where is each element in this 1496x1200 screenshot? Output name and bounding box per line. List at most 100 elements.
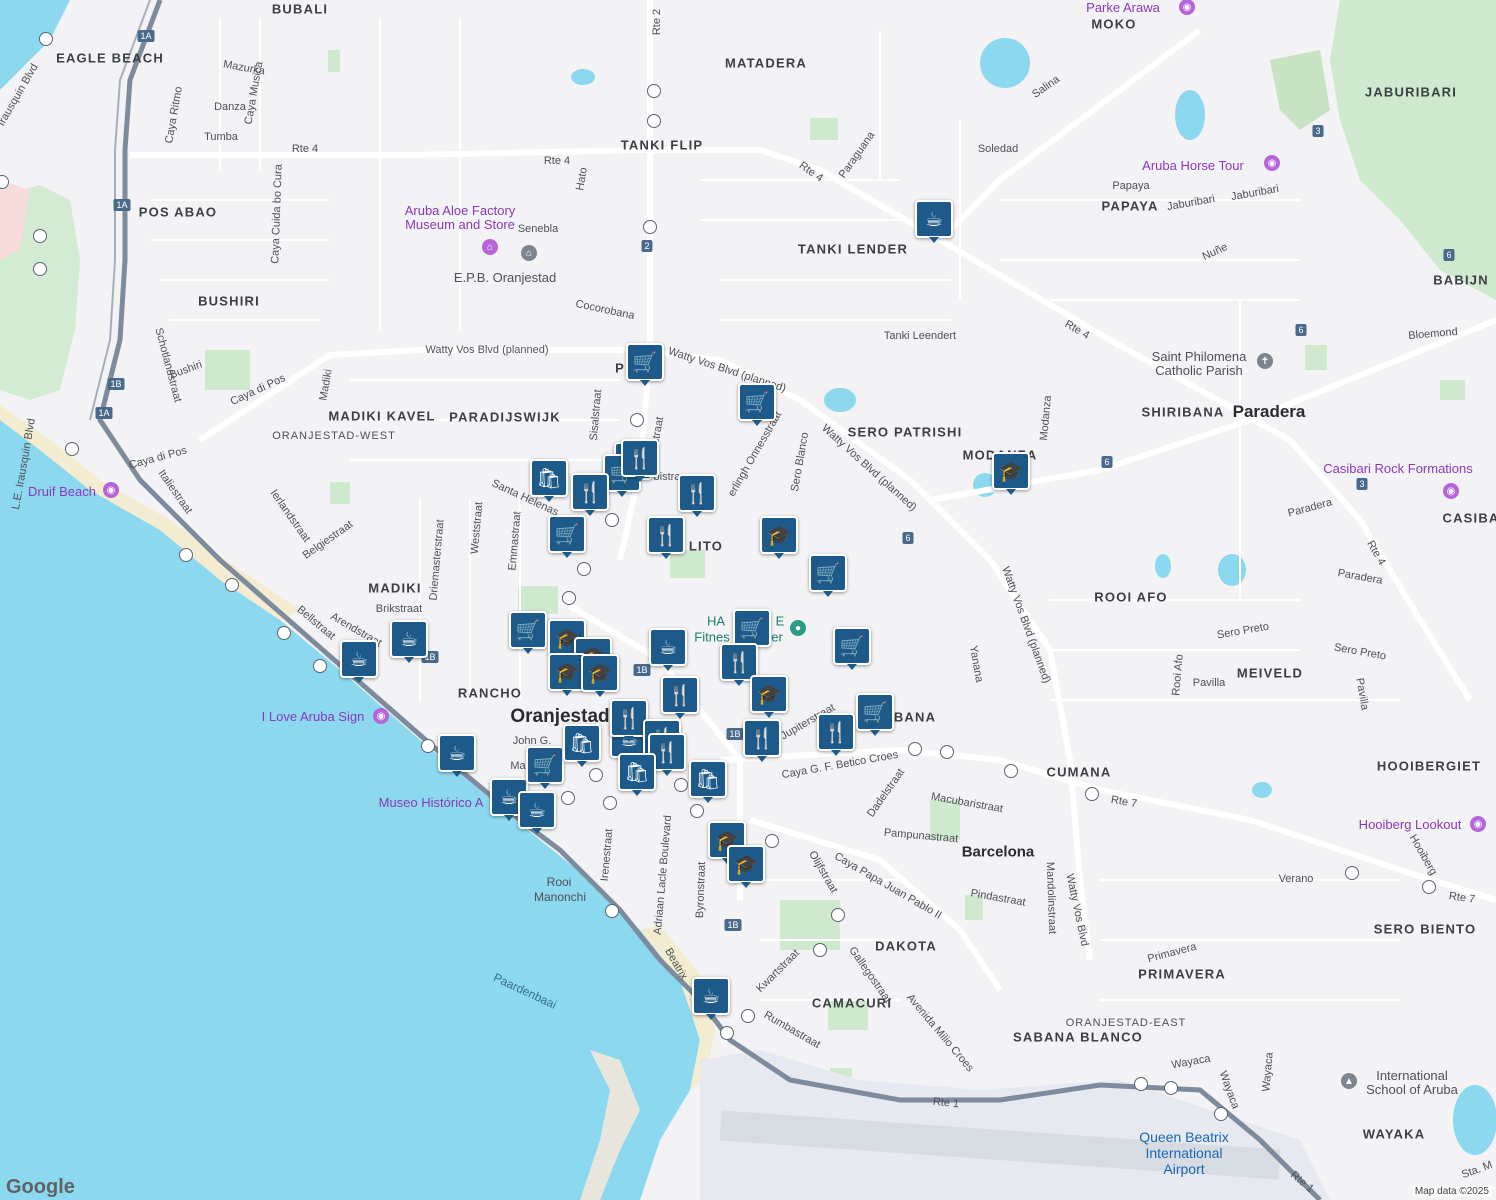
cafe-marker[interactable]: ☕ — [649, 628, 687, 671]
restaurant-marker[interactable]: 🍴 — [743, 719, 781, 762]
attraction-icon[interactable]: ◉ — [373, 708, 389, 724]
school-marker[interactable]: 🎓 — [750, 675, 788, 718]
bus-stop-icon[interactable] — [603, 796, 617, 810]
bus-stop-icon[interactable] — [33, 262, 47, 276]
bus-stop-icon[interactable] — [647, 84, 661, 98]
church-icon[interactable]: ✝ — [1257, 353, 1273, 369]
attraction-icon[interactable]: ◉ — [1264, 155, 1280, 171]
bus-stop-icon[interactable] — [225, 578, 239, 592]
cafe-marker[interactable]: ☕ — [340, 640, 378, 683]
bus-stop-icon[interactable] — [1164, 1081, 1178, 1095]
poi-druif-beach[interactable]: Druif Beach — [28, 485, 96, 499]
bus-stop-icon[interactable] — [1345, 866, 1359, 880]
bus-stop-icon[interactable] — [65, 442, 79, 456]
bus-stop-icon[interactable] — [179, 548, 193, 562]
attraction-icon[interactable]: ◉ — [103, 482, 119, 498]
bus-stop-icon[interactable] — [643, 220, 657, 234]
bus-stop-icon[interactable] — [630, 413, 644, 427]
poi-saint-philomena-line2[interactable]: Catholic Parish — [1155, 364, 1242, 378]
attraction-icon[interactable]: ◉ — [1443, 483, 1459, 499]
grocery-marker[interactable]: 🛒 — [833, 627, 871, 670]
bus-stop-icon[interactable] — [1004, 764, 1018, 778]
poi-saint-philomena-line1[interactable]: Saint Philomena — [1152, 350, 1247, 364]
bus-stop-icon[interactable] — [313, 659, 327, 673]
poi-ha-fitness-1[interactable]: HA — [707, 614, 725, 629]
restaurant-marker[interactable]: 🍴 — [621, 439, 659, 482]
shopping-marker[interactable]: 🛍 — [618, 753, 656, 796]
bus-stop-icon[interactable] — [421, 739, 435, 753]
poi-aloe-factory-line1[interactable]: Aruba Aloe Factory — [405, 204, 516, 218]
attraction-icon[interactable]: ◉ — [1470, 816, 1486, 832]
museum-icon[interactable]: ⌂ — [482, 239, 498, 255]
restaurant-marker[interactable]: 🍴 — [817, 713, 855, 756]
airport-label-line1[interactable]: Queen Beatrix — [1139, 1129, 1229, 1145]
cafe-marker[interactable]: ☕ — [915, 200, 953, 243]
bus-stop-icon[interactable] — [277, 626, 291, 640]
bus-stop-icon[interactable] — [33, 229, 47, 243]
bus-stop-icon[interactable] — [741, 1009, 755, 1023]
bus-stop-icon[interactable] — [1085, 787, 1099, 801]
bus-stop-icon[interactable] — [562, 591, 576, 605]
cafe-marker[interactable]: ☕ — [390, 620, 428, 663]
grocery-marker[interactable]: 🛒 — [738, 383, 776, 426]
grocery-marker[interactable]: 🛒 — [526, 746, 564, 789]
grocery-marker[interactable]: 🛒 — [548, 515, 586, 558]
poi-aruba-horse-tour[interactable]: Aruba Horse Tour — [1142, 159, 1244, 173]
bus-stop-icon[interactable] — [831, 908, 845, 922]
grocery-marker[interactable]: 🛒 — [856, 693, 894, 736]
poi-aloe-factory-line2[interactable]: Museum and Store — [405, 218, 515, 232]
poi-ha-fitness-4[interactable]: er — [771, 630, 783, 645]
poi-int-school-line1[interactable]: International — [1376, 1069, 1448, 1083]
poi-int-school-line2[interactable]: School of Aruba — [1366, 1083, 1458, 1097]
bus-stop-icon[interactable] — [765, 834, 779, 848]
shopping-marker[interactable]: 🛍 — [563, 724, 601, 767]
cafe-marker[interactable]: ☕ — [518, 791, 556, 834]
cafe-marker[interactable]: ☕ — [692, 977, 730, 1020]
bus-stop-icon[interactable] — [647, 114, 661, 128]
map-attribution[interactable]: Map data ©2025 — [1411, 1186, 1492, 1197]
airport-label-line3[interactable]: Airport — [1163, 1161, 1204, 1177]
fitness-icon[interactable]: ● — [790, 620, 806, 636]
bus-stop-icon[interactable] — [605, 513, 619, 527]
restaurant-marker[interactable]: 🍴 — [571, 473, 609, 516]
bus-stop-icon[interactable] — [690, 804, 704, 818]
airport-label-line2[interactable]: International — [1145, 1145, 1222, 1161]
grocery-marker[interactable]: 🛒 — [509, 611, 547, 654]
poi-ha-fitness-3[interactable]: E — [776, 614, 785, 629]
poi-parke-arawa[interactable]: Parke Arawa — [1086, 1, 1160, 15]
bus-stop-icon[interactable] — [813, 943, 827, 957]
school-marker[interactable]: 🎓 — [727, 845, 765, 888]
bus-stop-icon[interactable] — [940, 745, 954, 759]
bus-stop-icon[interactable] — [39, 32, 53, 46]
grocery-marker[interactable]: 🛒 — [733, 609, 771, 652]
area-label-pos-abao: POS ABAO — [138, 204, 218, 220]
poi-i-love-aruba[interactable]: I Love Aruba Sign — [262, 710, 365, 724]
poi-epb[interactable]: E.P.B. Oranjestad — [454, 271, 556, 285]
restaurant-marker[interactable]: 🍴 — [678, 474, 716, 517]
cafe-marker[interactable]: ☕ — [438, 734, 476, 777]
school-icon[interactable]: ▲ — [1341, 1073, 1357, 1089]
bus-stop-icon[interactable] — [561, 791, 575, 805]
bus-stop-icon[interactable] — [589, 768, 603, 782]
bus-stop-icon[interactable] — [908, 742, 922, 756]
poi-museo-historico[interactable]: Museo Histórico A — [379, 796, 484, 810]
restaurant-marker[interactable]: 🍴 — [661, 676, 699, 719]
bus-stop-icon[interactable] — [1134, 1077, 1148, 1091]
grocery-marker[interactable]: 🛒 — [626, 343, 664, 386]
bus-stop-icon[interactable] — [674, 778, 688, 792]
bus-stop-icon[interactable] — [720, 1026, 734, 1040]
bus-stop-icon[interactable] — [1422, 880, 1436, 894]
school-marker[interactable]: 🎓 — [581, 654, 619, 697]
shopping-marker[interactable]: 🛍 — [530, 459, 568, 502]
government-icon[interactable]: ⌂ — [521, 245, 537, 261]
restaurant-marker[interactable]: 🍴 — [647, 516, 685, 559]
school-marker[interactable]: 🎓 — [992, 452, 1030, 495]
grocery-marker[interactable]: 🛒 — [809, 554, 847, 597]
bus-stop-icon[interactable] — [1214, 1107, 1228, 1121]
poi-hooiberg-lookout[interactable]: Hooiberg Lookout — [1359, 818, 1462, 832]
school-marker[interactable]: 🎓 — [760, 516, 798, 559]
shopping-marker[interactable]: 🛍 — [689, 760, 727, 803]
poi-casibari-rock[interactable]: Casibari Rock Formations — [1323, 462, 1473, 476]
bus-stop-icon[interactable] — [605, 904, 619, 918]
bus-stop-icon[interactable] — [577, 562, 591, 576]
